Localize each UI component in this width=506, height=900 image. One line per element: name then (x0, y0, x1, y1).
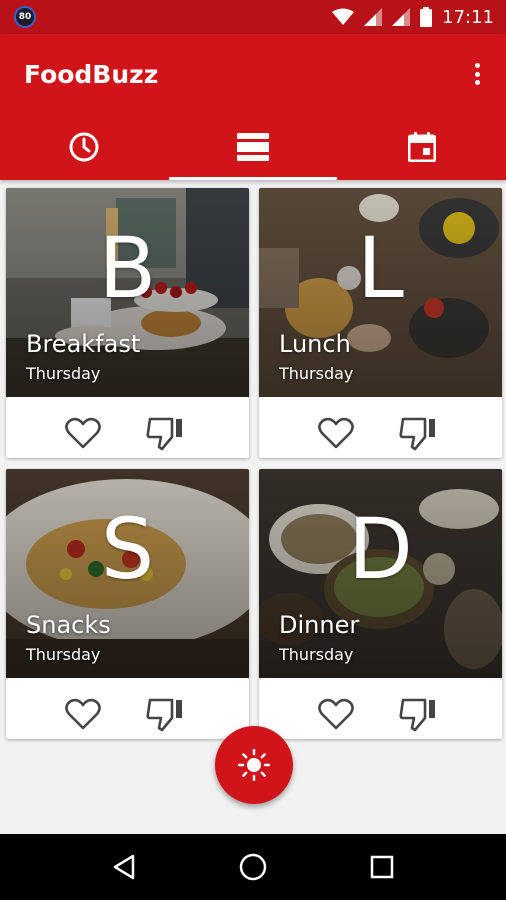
home-icon (239, 853, 267, 881)
back-button[interactable] (99, 842, 149, 892)
meal-card-dinner[interactable]: D Dinner Thursday (259, 469, 502, 739)
app-bar: FoodBuzz (0, 34, 506, 180)
tab-meals[interactable] (168, 114, 338, 180)
card-actions (259, 678, 502, 739)
thumb-down-outline-icon (146, 698, 182, 732)
like-button[interactable] (316, 694, 356, 734)
like-button[interactable] (316, 413, 356, 453)
battery-icon (420, 7, 433, 27)
sun-icon (238, 749, 270, 781)
tab-calendar[interactable] (337, 114, 506, 180)
home-button[interactable] (228, 842, 278, 892)
recents-button[interactable] (357, 842, 407, 892)
meal-title: Dinner (279, 611, 360, 639)
more-options-button[interactable] (470, 60, 484, 88)
meal-card-breakfast[interactable]: B Breakfast Thursday (6, 188, 249, 458)
thumb-down-outline-icon (146, 417, 182, 451)
meal-initial: D (348, 500, 413, 598)
dislike-button[interactable] (399, 694, 439, 734)
dislike-button[interactable] (146, 694, 186, 734)
signal-icon (392, 8, 411, 26)
signal-icon (364, 8, 383, 26)
meal-image: D Dinner Thursday (259, 469, 502, 678)
meal-card-snacks[interactable]: S Snacks Thursday (6, 469, 249, 739)
tab-bar (0, 114, 506, 180)
clock-icon (69, 132, 99, 162)
meal-title: Snacks (26, 611, 111, 639)
meal-initial: S (100, 500, 155, 598)
meal-image: L Lunch Thursday (259, 188, 502, 397)
like-button[interactable] (63, 413, 103, 453)
thumb-down-outline-icon (399, 698, 435, 732)
notification-badge: 80 (14, 6, 36, 28)
status-bar: 80 17:11 (0, 0, 506, 34)
clock-time: 17:11 (442, 6, 494, 28)
meal-card-lunch[interactable]: L Lunch Thursday (259, 188, 502, 458)
card-actions (6, 678, 249, 739)
meal-day: Thursday (26, 645, 101, 664)
meal-day: Thursday (279, 364, 354, 383)
meal-day: Thursday (26, 364, 101, 383)
dislike-button[interactable] (146, 413, 186, 453)
heart-outline-icon (318, 417, 354, 449)
status-icons: 17:11 (332, 0, 494, 34)
meal-day: Thursday (279, 645, 354, 664)
heart-outline-icon (65, 417, 101, 449)
recents-icon (370, 855, 393, 879)
theme-toggle-button[interactable] (215, 726, 293, 804)
thumb-down-outline-icon (399, 417, 435, 451)
card-actions (259, 397, 502, 458)
like-button[interactable] (63, 694, 103, 734)
card-actions (6, 397, 249, 458)
meal-initial: B (98, 219, 157, 317)
list-icon (237, 133, 269, 161)
heart-outline-icon (65, 698, 101, 730)
meal-initial: L (357, 219, 404, 317)
wifi-icon (332, 8, 355, 25)
meal-image: S Snacks Thursday (6, 469, 249, 678)
meal-image: B Breakfast Thursday (6, 188, 249, 397)
calendar-icon (407, 132, 436, 162)
back-icon (114, 854, 135, 880)
heart-outline-icon (318, 698, 354, 730)
meal-title: Breakfast (26, 330, 141, 358)
dislike-button[interactable] (399, 413, 439, 453)
meal-title: Lunch (279, 330, 351, 358)
tab-history[interactable] (0, 114, 169, 180)
app-title: FoodBuzz (24, 60, 159, 89)
system-nav-bar (0, 834, 506, 900)
more-vert-icon (474, 63, 480, 68)
